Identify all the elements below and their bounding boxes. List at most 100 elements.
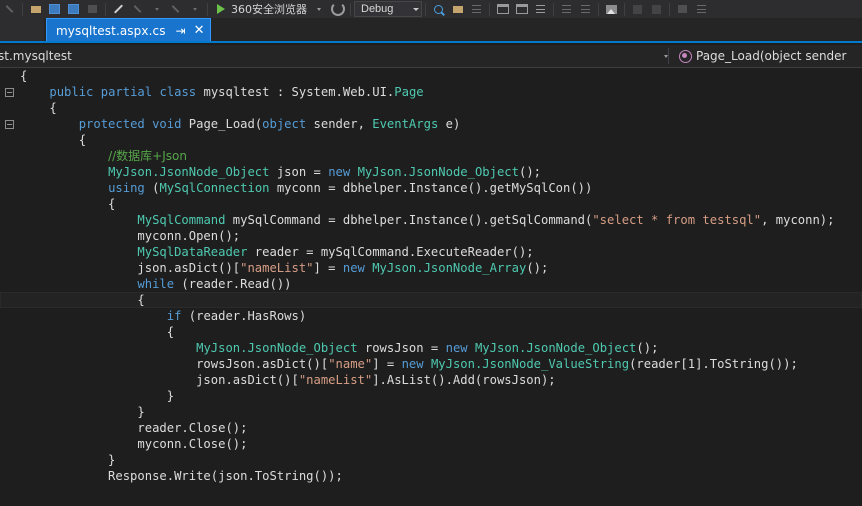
new-window-icon[interactable]: [46, 1, 63, 17]
toolbar-separator: [105, 2, 106, 16]
code-line[interactable]: json.asDict()["nameList"].AsList().Add(r…: [0, 372, 862, 388]
chevron-down-icon: [413, 7, 419, 11]
toolbar-separator: [425, 2, 426, 16]
code-token: {: [20, 293, 145, 307]
list-icon[interactable]: [674, 1, 691, 17]
code-line[interactable]: }: [0, 404, 862, 420]
code-line[interactable]: json.asDict()["nameList"] = new MyJson.J…: [0, 260, 862, 276]
start-debug-icon[interactable]: [212, 1, 229, 17]
code-token: MyJson.JsonNode_Object: [357, 165, 519, 179]
code-line[interactable]: myconn.Close();: [0, 436, 862, 452]
code-line[interactable]: //数据库+Json: [0, 148, 862, 164]
code-line[interactable]: }: [0, 452, 862, 468]
code-line[interactable]: MyJson.JsonNode_Object rowsJson = new My…: [0, 340, 862, 356]
undo-icon[interactable]: [129, 1, 146, 17]
indent-icon[interactable]: [558, 1, 575, 17]
code-line[interactable]: }: [0, 388, 862, 404]
code-token: myconn.Close();: [20, 437, 248, 451]
code-line[interactable]: {: [0, 196, 862, 212]
bar-icon[interactable]: [629, 1, 646, 17]
code-token: Response.Write(json.ToString());: [20, 469, 343, 483]
code-line[interactable]: MyJson.JsonNode_Object json = new MyJson…: [0, 164, 862, 180]
code-line[interactable]: MySqlCommand mySqlCommand = dbhelper.Ins…: [0, 212, 862, 228]
type-dropdown-label: st.mysqltest: [0, 49, 72, 63]
code-token: json =: [269, 165, 329, 179]
more-options-icon[interactable]: [693, 1, 710, 17]
browser-target-label: 360安全浏览器: [231, 3, 307, 16]
code-token: {: [20, 325, 175, 339]
code-token: (: [144, 181, 160, 195]
code-token: using: [108, 181, 145, 195]
tab-active-underline: [0, 41, 862, 43]
back-arrow-icon[interactable]: [1, 1, 18, 17]
build-configuration-dropdown[interactable]: Debug: [354, 1, 422, 17]
type-dropdown[interactable]: st.mysqltest: [0, 45, 663, 67]
code-line[interactable]: protected void Page_Load(object sender, …: [0, 116, 862, 132]
code-line[interactable]: while (reader.Read()): [0, 276, 862, 292]
find-icon[interactable]: [430, 1, 447, 17]
redo-dropdown-icon[interactable]: [186, 1, 203, 17]
image-icon[interactable]: [603, 1, 620, 17]
save-icon[interactable]: [65, 1, 82, 17]
code-line[interactable]: {: [0, 100, 862, 116]
code-line[interactable]: {: [0, 292, 862, 308]
code-token: rowsJson =: [357, 341, 446, 355]
code-token: MyJson.JsonNode_Object: [474, 341, 637, 355]
pin-icon[interactable]: ⇥: [176, 25, 186, 37]
code-token: json.asDict()[: [20, 261, 241, 275]
code-token: if: [166, 309, 182, 323]
tab-mysqltest-aspx-cs[interactable]: mysqltest.aspx.cs ⇥ ✕: [46, 18, 211, 42]
outdent-icon[interactable]: [577, 1, 594, 17]
code-lines[interactable]: { public partial class mysqltest : Syste…: [0, 68, 862, 506]
comment-selection-icon[interactable]: [494, 1, 511, 17]
undo-dropdown-icon[interactable]: [148, 1, 165, 17]
code-line[interactable]: MySqlDataReader reader = mySqlCommand.Ex…: [0, 244, 862, 260]
code-token: {: [20, 69, 28, 83]
code-line[interactable]: public partial class mysqltest : System.…: [0, 84, 862, 100]
code-token: Page: [394, 85, 424, 99]
toggle-outlining-icon[interactable]: [532, 1, 549, 17]
code-line[interactable]: {: [0, 324, 862, 340]
method-icon: [679, 49, 692, 63]
code-token: class: [159, 85, 197, 99]
edit-pencil-icon[interactable]: [110, 1, 127, 17]
code-line[interactable]: rowsJson.asDict()["name"] = new MyJson.J…: [0, 356, 862, 372]
toolbar-separator: [489, 2, 490, 16]
redo-icon[interactable]: [167, 1, 184, 17]
tab-label: mysqltest.aspx.cs: [56, 23, 166, 38]
code-token: json.asDict()[: [20, 373, 299, 387]
open-folder-icon[interactable]: [27, 1, 44, 17]
code-token: myconn.Open();: [20, 229, 241, 243]
code-line[interactable]: {: [0, 68, 862, 84]
find-options-icon[interactable]: [468, 1, 485, 17]
code-line[interactable]: {: [0, 132, 862, 148]
bookmark-icon[interactable]: [648, 1, 665, 17]
code-token: myconn = dbhelper.Instance().getMySqlCon…: [269, 181, 593, 195]
code-token: , myconn);: [761, 213, 835, 227]
code-token: ();: [519, 165, 542, 179]
code-line[interactable]: if (reader.HasRows): [0, 308, 862, 324]
code-line[interactable]: myconn.Open();: [0, 228, 862, 244]
find-scope-icon[interactable]: [449, 1, 466, 17]
close-icon[interactable]: ✕: [194, 24, 205, 37]
code-token: sender,: [306, 117, 373, 131]
code-editor-surface[interactable]: − − { public partial class mysqltest : Sy…: [0, 68, 862, 506]
refresh-icon[interactable]: [329, 1, 346, 17]
code-line[interactable]: using (MySqlConnection myconn = dbhelper…: [0, 180, 862, 196]
code-token: MySqlConnection: [159, 181, 270, 195]
code-line[interactable]: reader.Close();: [0, 420, 862, 436]
code-token: (reader[1].ToString());: [629, 357, 798, 371]
code-line[interactable]: Response.Write(json.ToString());: [0, 468, 862, 484]
save-all-icon[interactable]: [84, 1, 101, 17]
code-token: (reader.Read()): [174, 277, 292, 291]
uncomment-selection-icon[interactable]: [513, 1, 530, 17]
member-dropdown[interactable]: Page_Load(object sender: [669, 45, 862, 67]
browser-dropdown-icon[interactable]: [310, 1, 327, 17]
